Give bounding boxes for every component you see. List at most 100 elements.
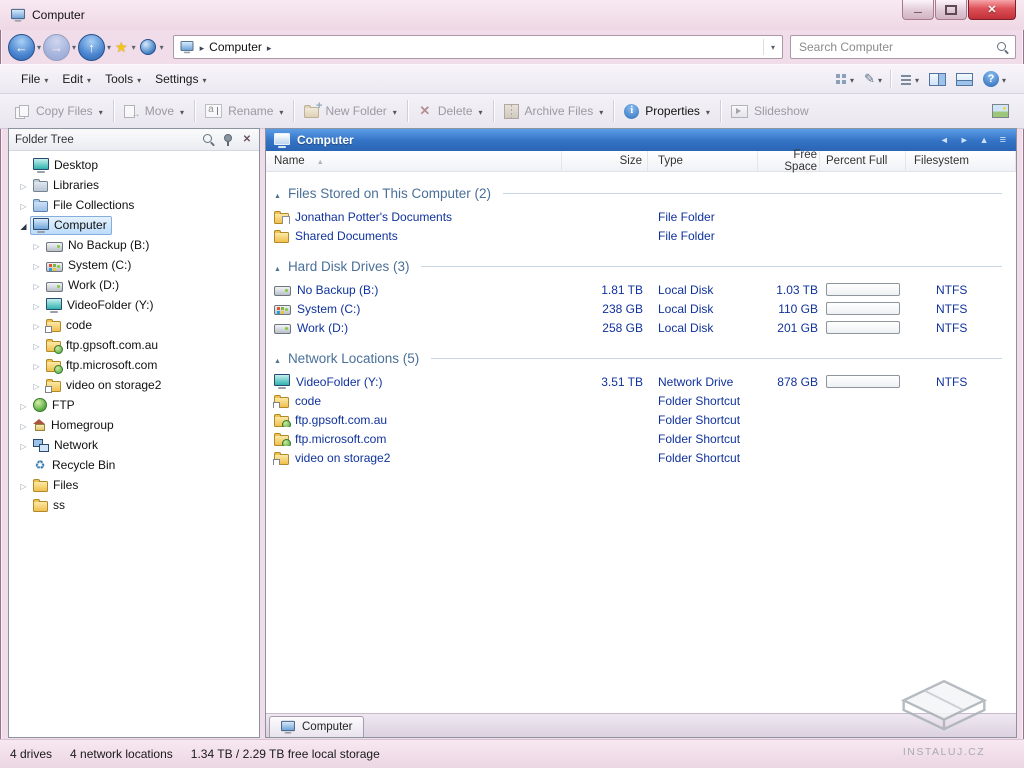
tree-pin-icon[interactable]: [223, 133, 233, 146]
expander-icon[interactable]: [30, 238, 43, 252]
properties-button[interactable]: Properties: [617, 100, 717, 123]
file-row[interactable]: ftp.microsoft.com Folder Shortcut: [266, 429, 1016, 448]
tab-computer[interactable]: Computer: [269, 716, 364, 737]
tree-search-icon[interactable]: [202, 133, 215, 146]
help-button[interactable]: [979, 69, 1010, 89]
delete-button[interactable]: Delete: [411, 100, 490, 122]
move-button[interactable]: Move: [117, 100, 191, 122]
up-dropdown-icon[interactable]: ▾: [105, 43, 113, 52]
dual-pane-horizontal-button[interactable]: [952, 71, 977, 88]
slideshow-button[interactable]: Slideshow: [724, 100, 816, 122]
menu-tools[interactable]: Tools: [98, 69, 148, 89]
file-row[interactable]: code Folder Shortcut: [266, 391, 1016, 410]
column-header-name[interactable]: Name: [266, 151, 562, 171]
expander-icon[interactable]: [17, 198, 30, 212]
tree-item-recycle-bin[interactable]: Recycle Bin: [9, 455, 259, 475]
drive-row[interactable]: System (C:) 238 GB Local Disk 110 GB NTF…: [266, 299, 1016, 318]
view-mode-button[interactable]: [832, 70, 858, 88]
favorites-button[interactable]: [113, 35, 130, 59]
back-button[interactable]: [8, 33, 35, 61]
file-row[interactable]: Shared Documents File Folder: [266, 226, 1016, 245]
minimize-button[interactable]: [902, 0, 934, 20]
tree-item-ftp-gpsoft[interactable]: ftp.gpsoft.com.au: [9, 335, 259, 355]
path-dropdown-icon[interactable]: ▾: [158, 43, 166, 52]
archive-files-button[interactable]: Archive Files: [497, 100, 611, 123]
expander-icon[interactable]: [17, 178, 30, 192]
file-row[interactable]: Jonathan Potter's Documents File Folder: [266, 207, 1016, 226]
breadcrumb-separator-icon[interactable]: [267, 40, 272, 54]
forward-dropdown-icon[interactable]: ▾: [70, 43, 78, 52]
drive-row[interactable]: VideoFolder (Y:) 3.51 TB Network Drive 8…: [266, 372, 1016, 391]
group-header-files-stored[interactable]: Files Stored on This Computer (2): [266, 182, 1016, 204]
lister-up-icon[interactable]: [978, 135, 991, 145]
rename-button[interactable]: Rename: [198, 100, 290, 122]
tree-item-videofolder-y[interactable]: VideoFolder (Y:): [9, 295, 259, 315]
tree-item-ss[interactable]: ss: [9, 495, 259, 515]
breadcrumb-item-computer[interactable]: Computer: [209, 40, 262, 54]
tree-item-file-collections[interactable]: File Collections: [9, 195, 259, 215]
path-menu-button[interactable]: [138, 35, 158, 59]
column-header-size[interactable]: Size: [562, 151, 648, 171]
expander-icon[interactable]: [17, 418, 30, 432]
tree-item-computer[interactable]: Computer: [9, 215, 259, 235]
tree-item-video-on-storage2[interactable]: video on storage2: [9, 375, 259, 395]
sort-options-button[interactable]: [897, 70, 923, 88]
collapse-group-icon[interactable]: [274, 351, 281, 366]
copy-files-button[interactable]: Copy Files: [8, 100, 110, 122]
tree-item-work-d[interactable]: Work (D:): [9, 275, 259, 295]
expander-icon[interactable]: [17, 398, 30, 412]
file-row[interactable]: ftp.gpsoft.com.au Folder Shortcut: [266, 410, 1016, 429]
lister-menu-icon[interactable]: [998, 134, 1008, 146]
expander-icon[interactable]: [30, 378, 43, 392]
tree-item-libraries[interactable]: Libraries: [9, 175, 259, 195]
titlebar[interactable]: Computer: [0, 0, 1024, 30]
menu-edit[interactable]: Edit: [55, 69, 98, 89]
search-box[interactable]: [790, 35, 1016, 59]
viewer-pane-button[interactable]: [985, 100, 1016, 122]
tree-close-icon[interactable]: [241, 134, 253, 146]
file-row[interactable]: video on storage2 Folder Shortcut: [266, 448, 1016, 467]
expander-icon[interactable]: [30, 318, 43, 332]
maximize-button[interactable]: [935, 0, 967, 20]
drive-row[interactable]: No Backup (B:) 1.81 TB Local Disk 1.03 T…: [266, 280, 1016, 299]
expander-icon[interactable]: [30, 278, 43, 292]
favorites-dropdown-icon[interactable]: ▾: [130, 43, 138, 52]
menu-file[interactable]: File: [14, 69, 55, 89]
expander-icon[interactable]: [17, 218, 30, 232]
collapse-group-icon[interactable]: [274, 259, 281, 274]
group-header-network-locations[interactable]: Network Locations (5): [266, 347, 1016, 369]
up-button[interactable]: [78, 33, 106, 61]
drive-row[interactable]: Work (D:) 258 GB Local Disk 201 GB NTFS: [266, 318, 1016, 337]
expander-icon[interactable]: [30, 338, 43, 352]
close-button[interactable]: [968, 0, 1016, 20]
edit-mode-button[interactable]: [860, 69, 886, 89]
tree-item-desktop[interactable]: Desktop: [9, 155, 259, 175]
tree-item-no-backup-b[interactable]: No Backup (B:): [9, 235, 259, 255]
breadcrumb-history-dropdown-icon[interactable]: ▾: [769, 43, 777, 52]
column-header-percent-full[interactable]: Percent Full: [820, 151, 906, 171]
lister-forward-icon[interactable]: [958, 135, 971, 145]
breadcrumb[interactable]: Computer ▾: [172, 35, 783, 59]
collapse-group-icon[interactable]: [274, 186, 281, 201]
tree-item-system-c[interactable]: System (C:): [9, 255, 259, 275]
column-header-filesystem[interactable]: Filesystem: [906, 151, 1016, 171]
new-folder-button[interactable]: New Folder: [297, 100, 403, 122]
tree-item-files[interactable]: Files: [9, 475, 259, 495]
expander-icon[interactable]: [17, 478, 30, 492]
expander-icon[interactable]: [30, 358, 43, 372]
search-input[interactable]: [797, 39, 992, 55]
tree-item-homegroup[interactable]: Homegroup: [9, 415, 259, 435]
expander-icon[interactable]: [17, 438, 30, 452]
dual-pane-vertical-button[interactable]: [925, 71, 950, 88]
back-dropdown-icon[interactable]: ▾: [35, 43, 43, 52]
column-header-free-space[interactable]: Free Space: [758, 149, 820, 173]
forward-button[interactable]: [43, 33, 71, 61]
lister-back-icon[interactable]: [938, 135, 951, 145]
tree-item-network[interactable]: Network: [9, 435, 259, 455]
expander-icon[interactable]: [30, 298, 43, 312]
tree-item-ftp[interactable]: FTP: [9, 395, 259, 415]
column-header-type[interactable]: Type: [648, 151, 758, 171]
menu-settings[interactable]: Settings: [148, 69, 213, 89]
search-icon[interactable]: [996, 41, 1009, 54]
tree-item-ftp-microsoft[interactable]: ftp.microsoft.com: [9, 355, 259, 375]
